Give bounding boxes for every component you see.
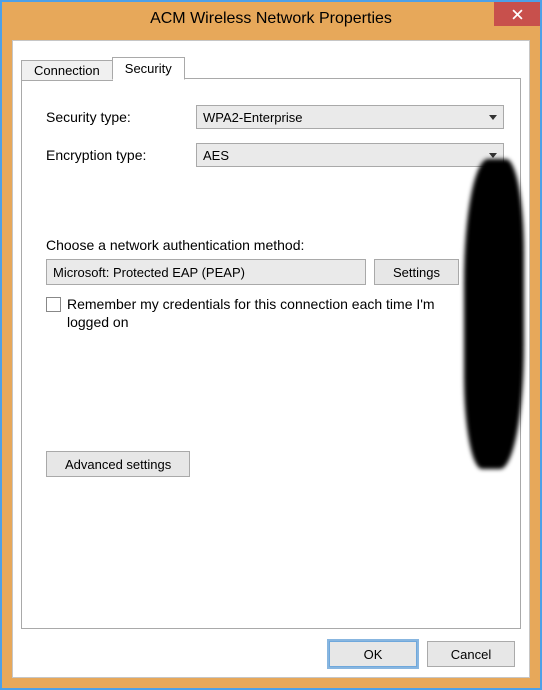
dialog-button-row: OK Cancel (329, 641, 515, 667)
encryption-type-dropdown[interactable]: AES (196, 143, 504, 167)
tab-security[interactable]: Security (112, 57, 185, 80)
chevron-down-icon (489, 153, 497, 158)
advanced-settings-wrap: Advanced settings (46, 451, 504, 477)
ok-button[interactable]: OK (329, 641, 417, 667)
security-type-value: WPA2-Enterprise (203, 110, 302, 125)
cancel-button[interactable]: Cancel (427, 641, 515, 667)
close-button[interactable] (494, 2, 540, 26)
encryption-type-label: Encryption type: (46, 147, 196, 163)
tab-connection[interactable]: Connection (21, 60, 113, 81)
dialog-body: Connection Security Security type: WPA2-… (12, 40, 530, 678)
row-remember-credentials: Remember my credentials for this connect… (46, 295, 476, 331)
window-frame: ACM Wireless Network Properties Connecti… (0, 0, 542, 690)
row-encryption-type: Encryption type: AES (46, 143, 504, 167)
remember-credentials-checkbox[interactable] (46, 297, 61, 312)
close-icon (512, 9, 523, 20)
row-security-type: Security type: WPA2-Enterprise (46, 105, 504, 129)
auth-method-dropdown[interactable]: Microsoft: Protected EAP (PEAP) (46, 259, 366, 285)
tab-panel-security: Security type: WPA2-Enterprise Encryptio… (21, 78, 521, 629)
tabs-row: Connection Security (21, 55, 184, 79)
row-auth-method: Microsoft: Protected EAP (PEAP) Settings (46, 259, 504, 285)
titlebar: ACM Wireless Network Properties (2, 2, 540, 36)
advanced-settings-button[interactable]: Advanced settings (46, 451, 190, 477)
settings-button[interactable]: Settings (374, 259, 459, 285)
auth-method-value: Microsoft: Protected EAP (PEAP) (53, 265, 245, 280)
encryption-type-value: AES (203, 148, 229, 163)
chevron-down-icon (489, 115, 497, 120)
security-type-dropdown[interactable]: WPA2-Enterprise (196, 105, 504, 129)
security-type-label: Security type: (46, 109, 196, 125)
auth-method-label: Choose a network authentication method: (46, 237, 504, 253)
remember-credentials-label: Remember my credentials for this connect… (67, 295, 476, 331)
window-title: ACM Wireless Network Properties (150, 10, 392, 28)
